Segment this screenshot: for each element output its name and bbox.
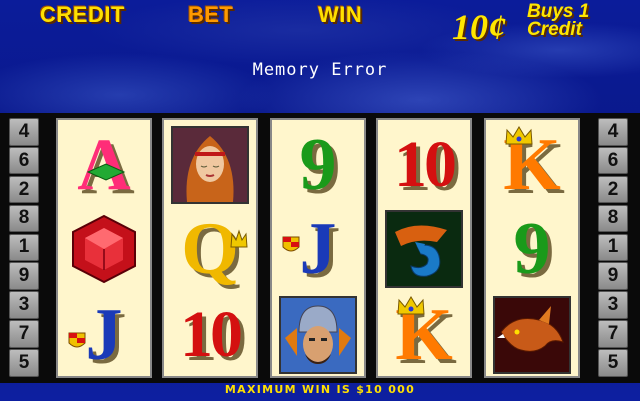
payline-button[interactable]: 6	[9, 146, 39, 175]
payline-button[interactable]: 9	[9, 262, 39, 290]
dragon-icon	[493, 296, 571, 374]
reel-2: Q 10	[162, 118, 258, 378]
crown-icon	[505, 126, 533, 145]
crown-icon	[397, 296, 425, 315]
reel-3: 9 J	[270, 118, 366, 378]
reel-symbol-jack: J	[272, 206, 364, 292]
jack-symbol: J	[85, 294, 123, 376]
reel-symbol-king: K	[378, 292, 470, 378]
seahorse-icon	[385, 210, 463, 288]
reel-symbol-ten: 10	[378, 122, 470, 208]
shield-icon	[282, 236, 300, 252]
payline-button[interactable]: 2	[9, 175, 39, 204]
ten-symbol: 10	[394, 128, 457, 201]
payline-button[interactable]: 3	[9, 291, 39, 319]
reel-symbol-woman	[164, 122, 256, 208]
queen-symbol: Q	[181, 208, 239, 290]
payline-button[interactable]: 4	[598, 118, 628, 146]
payline-button[interactable]: 7	[598, 320, 628, 348]
ten-symbol: 10	[180, 298, 243, 371]
reel-symbol-ace: A	[58, 122, 150, 208]
payline-button[interactable]: 2	[598, 175, 628, 204]
nine-symbol: 9	[299, 124, 337, 206]
reel-symbol-warrior	[272, 292, 364, 378]
payline-button[interactable]: 9	[598, 262, 628, 290]
jack-symbol: J	[299, 208, 337, 290]
bet-label: BET	[188, 2, 234, 27]
woman-portrait-icon	[171, 126, 249, 204]
green-gem-icon	[86, 163, 126, 181]
buys-credit-text: Buys 1 Credit	[527, 2, 589, 40]
reel-4: 10 K	[376, 118, 472, 378]
payline-button[interactable]: 5	[9, 349, 39, 377]
payline-button[interactable]: 1	[598, 233, 628, 262]
reel-symbol-seahorse	[378, 206, 470, 292]
credit-label: CREDIT	[40, 2, 125, 27]
payline-button[interactable]: 8	[598, 204, 628, 233]
buys-line-2: Credit	[527, 19, 582, 40]
reel-symbol-nine: 9	[486, 206, 578, 292]
reel-5: K 9	[484, 118, 580, 378]
shield-icon	[68, 332, 86, 348]
reel-symbol-ten: 10	[164, 292, 256, 378]
reel-symbol-ruby	[58, 206, 150, 292]
reel-symbol-jack: J	[58, 292, 150, 378]
maximum-win-banner: MAXIMUM WIN IS $10 000	[224, 383, 416, 396]
payline-button[interactable]: 1	[9, 233, 39, 262]
payline-button[interactable]: 5	[598, 349, 628, 377]
nine-symbol: 9	[513, 208, 551, 290]
payline-button[interactable]: 4	[9, 118, 39, 146]
reel-symbol-dragon	[486, 292, 578, 378]
ruby-icon	[72, 214, 136, 284]
reel-symbol-king: K	[486, 122, 578, 208]
payline-button[interactable]: 7	[9, 320, 39, 348]
payline-indicators-right: 4 6 2 8 1 9 3 7 5	[598, 118, 630, 378]
warrior-portrait-icon	[279, 296, 357, 374]
payline-button[interactable]: 8	[9, 204, 39, 233]
reel-1: A J	[56, 118, 152, 378]
status-message: Memory Error	[252, 60, 388, 80]
denomination: 10¢	[452, 7, 506, 47]
reel-symbol-nine: 9	[272, 122, 364, 208]
win-label: WIN	[318, 2, 363, 27]
payline-button[interactable]: 6	[598, 146, 628, 175]
payline-indicators-left: 4 6 2 8 1 9 3 7 5	[9, 118, 41, 378]
reel-symbol-queen: Q	[164, 206, 256, 292]
payline-button[interactable]: 3	[598, 291, 628, 319]
crown-icon	[230, 229, 248, 248]
